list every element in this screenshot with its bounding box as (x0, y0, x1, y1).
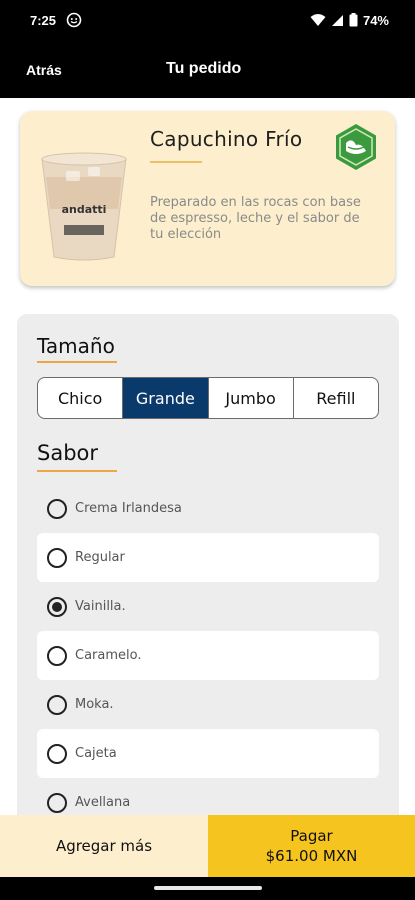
smiley-notification-icon (66, 12, 82, 28)
home-gesture-handle[interactable] (154, 886, 262, 890)
product-description: Preparado en las rocas con base de espre… (150, 195, 361, 242)
flavor-option-moka[interactable]: Moka. (37, 680, 379, 729)
radio-button[interactable] (47, 743, 67, 764)
cup-brand-text: andatti (62, 203, 107, 216)
battery-icon (349, 13, 358, 27)
status-bar: 7:25 74% (0, 0, 415, 40)
options-panel: Tamaño Chico Grande Jumbo Refill Sabor C… (17, 314, 399, 834)
flavor-option-regular[interactable]: Regular (37, 533, 379, 582)
vegetarian-leaf-icon (336, 124, 376, 170)
wifi-icon (310, 14, 326, 26)
size-selector: Chico Grande Jumbo Refill (37, 377, 379, 419)
flavor-title-underline (37, 470, 117, 472)
product-card: andatti Capuchino Frío Preparado en las … (20, 111, 395, 286)
pay-label: Pagar (290, 827, 333, 845)
add-more-button[interactable]: Agregar más (0, 815, 208, 877)
flavor-section-title: Sabor (37, 441, 99, 465)
cell-signal-icon (331, 14, 343, 26)
flavor-label: Avellana (75, 795, 131, 810)
status-time: 7:25 (30, 12, 57, 28)
flavor-label: Vainilla. (75, 599, 126, 614)
flavor-label: Moka. (75, 697, 114, 712)
bottom-action-bar: Agregar más Pagar $61.00 MXN (0, 815, 415, 877)
radio-button[interactable] (47, 694, 67, 715)
size-option-jumbo[interactable]: Jumbo (209, 378, 294, 418)
pay-amount: $61.00 MXN (265, 847, 358, 865)
size-section-title: Tamaño (37, 334, 115, 358)
size-option-refill[interactable]: Refill (294, 378, 378, 418)
radio-button[interactable] (47, 547, 67, 568)
page-title: Tu pedido (166, 60, 242, 77)
flavor-list: Crema Irlandesa Regular Vainilla. Carame… (37, 484, 379, 827)
flavor-option-vainilla[interactable]: Vainilla. (37, 582, 379, 631)
radio-button[interactable] (47, 792, 67, 813)
size-option-grande[interactable]: Grande (123, 378, 209, 418)
battery-percentage: 74% (362, 12, 389, 28)
flavor-label: Cajeta (75, 746, 117, 761)
flavor-label: Crema Irlandesa (75, 501, 182, 516)
flavor-label: Regular (75, 550, 125, 565)
radio-dot (52, 601, 62, 612)
pay-button[interactable]: Pagar $61.00 MXN (208, 815, 415, 877)
flavor-option-caramelo[interactable]: Caramelo. (37, 631, 379, 680)
size-option-chico[interactable]: Chico (38, 378, 124, 418)
flavor-label: Caramelo. (75, 648, 142, 663)
size-title-underline (37, 361, 117, 363)
flavor-option-cajeta[interactable]: Cajeta (37, 729, 379, 778)
radio-button-selected[interactable] (47, 596, 67, 617)
system-navigation-bar (0, 877, 415, 900)
product-name: Capuchino Frío (150, 127, 303, 151)
back-button[interactable]: Atrás (26, 62, 62, 78)
radio-button[interactable] (47, 645, 67, 666)
product-name-divider (150, 161, 202, 163)
flavor-option-crema-irlandesa[interactable]: Crema Irlandesa (37, 484, 379, 533)
radio-button[interactable] (47, 498, 67, 519)
product-image: andatti (41, 152, 127, 261)
app-header: Atrás Tu pedido (0, 40, 415, 98)
